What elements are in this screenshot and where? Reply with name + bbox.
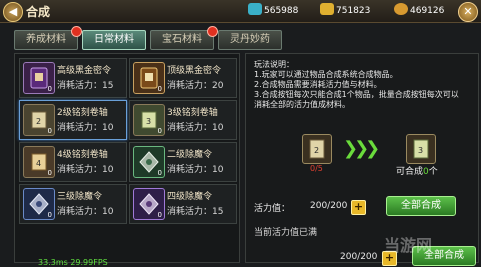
list-item[interactable]: 0 二级除魔令 消耗活力：10	[129, 142, 237, 182]
demon-token-icon: 0	[23, 188, 55, 220]
resource-gold: 751823	[320, 3, 370, 16]
energy-label: 活力值：	[254, 204, 291, 214]
rules-text: 玩法说明： 1.玩家可以通过物品合成系统合成物品。 2.合成物品需要消耗活力值与…	[254, 60, 459, 109]
list-item[interactable]: 0 高级黑金密令 消耗活力：15	[19, 58, 127, 98]
list-item[interactable]: 2 0 2级铭刻卷轴 消耗活力：10	[19, 100, 127, 140]
black-gold-token-icon: 0	[23, 62, 55, 94]
resource-jade: 565988	[248, 3, 298, 16]
list-item[interactable]: 0 四级除魔令 消耗活力：15	[129, 184, 237, 224]
page-title: 合成	[26, 5, 51, 19]
black-gold-token-icon: 0	[133, 62, 165, 94]
close-icon[interactable]: ✕	[458, 2, 478, 22]
list-item[interactable]: 3 0 3级铭刻卷轴 消耗活力：10	[129, 100, 237, 140]
craft-all-button[interactable]: 全部合成	[386, 196, 456, 216]
scroll-icon: 3	[413, 139, 429, 159]
svg-text:3: 3	[146, 117, 151, 126]
item-list: 0 高级黑金密令 消耗活力：15 0 顶级黑金密令 消耗活力：20 2 0 2级…	[14, 53, 240, 263]
energy-value: 200/200	[310, 201, 348, 211]
can-make-text: 可合成0个	[396, 167, 438, 177]
notification-badge	[71, 26, 82, 37]
scroll-icon: 3 0	[133, 104, 165, 136]
tab-cultivation-materials[interactable]: 养成材料	[14, 26, 82, 50]
energy-status: 当前活力值已满	[254, 228, 318, 238]
material-count: 0/5	[310, 164, 323, 173]
result-slot[interactable]: 3	[406, 134, 436, 164]
source-material-slot[interactable]: 2	[302, 134, 332, 164]
svg-text:3: 3	[418, 146, 423, 155]
demon-token-icon: 0	[133, 146, 165, 178]
coin-icon	[394, 3, 408, 15]
energy-value: 200/200	[340, 252, 378, 262]
top-bar: ◀ 合成 565988 751823 469126 ✕	[0, 0, 481, 23]
scroll-icon: 2	[309, 139, 325, 159]
tab-elixirs[interactable]: 灵丹妙药	[218, 30, 282, 50]
jade-icon	[248, 3, 262, 15]
svg-text:2: 2	[36, 117, 41, 126]
tab-daily-materials[interactable]: 日常材料	[82, 30, 146, 50]
add-energy-button[interactable]: +	[351, 200, 366, 215]
scroll-icon: 4 0	[23, 146, 55, 178]
notification-badge	[207, 26, 218, 37]
list-item[interactable]: 0 顶级黑金密令 消耗活力：20	[129, 58, 237, 98]
resource-coin: 469126	[394, 3, 444, 16]
scroll-icon: 2 0	[23, 104, 55, 136]
list-item[interactable]: 0 三级除魔令 消耗活力：10	[19, 184, 127, 224]
arrow-icon: ❯❯❯	[343, 138, 380, 159]
list-item[interactable]: 4 0 4级铭刻卷轴 消耗活力：10	[19, 142, 127, 182]
svg-text:4: 4	[36, 159, 41, 168]
watermark: 当游网	[384, 236, 433, 255]
demon-token-icon: 0	[133, 188, 165, 220]
tab-gem-materials[interactable]: 宝石材料	[150, 26, 218, 50]
gold-icon	[320, 3, 334, 15]
svg-text:2: 2	[314, 146, 319, 155]
back-icon[interactable]: ◀	[3, 2, 23, 22]
craft-panel: 玩法说明： 1.玩家可以通过物品合成系统合成物品。 2.合成物品需要消耗活力值与…	[245, 53, 479, 266]
